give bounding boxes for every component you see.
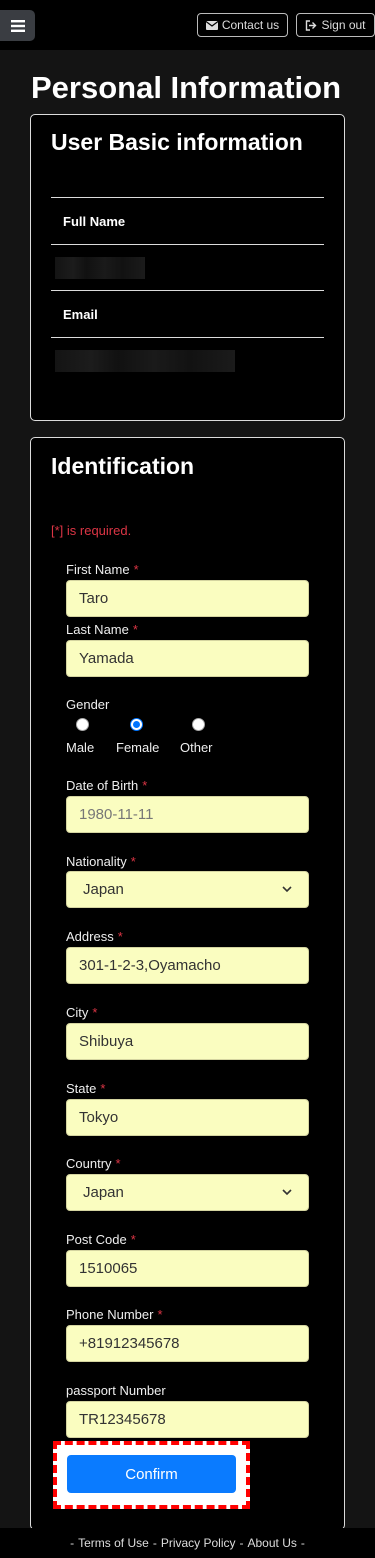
nationality-label: Nationality *	[66, 854, 136, 869]
full-name-redacted	[55, 257, 145, 279]
required-note: [*] is required.	[51, 523, 132, 538]
required-star: *	[130, 854, 136, 869]
country-label: Country *	[66, 1156, 121, 1171]
required-star: *	[117, 929, 123, 944]
address-label: Address *	[66, 929, 123, 944]
identification-card: Identification [*] is required. First Na…	[30, 437, 345, 1530]
footer-dash: -	[300, 1536, 305, 1550]
basic-info-title: User Basic information	[51, 129, 303, 155]
gender-female-label: Female	[116, 740, 160, 755]
identification-title: Identification	[51, 453, 195, 479]
state-input[interactable]: Tokyo	[66, 1099, 309, 1136]
gender-label: Gender	[66, 697, 110, 712]
phone-input[interactable]: +81912345678	[66, 1325, 309, 1362]
required-star: *	[92, 1005, 98, 1020]
gender-other-radio[interactable]	[192, 718, 205, 731]
required-star: *	[100, 1081, 106, 1096]
sign-out-label: Sign out	[321, 18, 366, 32]
sign-out-icon	[306, 19, 317, 31]
footer: - Terms of Use - Privacy Policy - About …	[0, 1528, 375, 1558]
privacy-link[interactable]: Privacy Policy	[161, 1536, 236, 1550]
required-star: *	[115, 1156, 121, 1171]
nationality-value: Japan	[83, 881, 124, 898]
footer-dash: -	[152, 1536, 157, 1550]
confirm-button[interactable]: Confirm	[67, 1455, 236, 1493]
last-name-label: Last Name *	[66, 622, 138, 637]
required-star: *	[130, 1232, 136, 1247]
required-star: *	[132, 622, 138, 637]
gender-male-label: Male	[66, 740, 95, 755]
state-label: State *	[66, 1081, 106, 1096]
menu-button[interactable]	[0, 10, 35, 41]
basic-info-card: User Basic information Full Name Email	[30, 114, 345, 421]
post-code-input[interactable]: 1510065	[66, 1250, 309, 1287]
dob-input[interactable]: 1980-11-11	[66, 796, 309, 833]
divider	[51, 337, 324, 338]
contact-us-label: Contact us	[221, 18, 280, 32]
hamburger-icon	[10, 19, 25, 32]
contact-us-button[interactable]: Contact us	[197, 13, 288, 37]
city-label: City *	[66, 1005, 98, 1020]
gender-other-label: Other	[180, 740, 213, 755]
nationality-select[interactable]: Japan	[66, 871, 309, 908]
first-name-input[interactable]: Taro	[66, 580, 309, 617]
country-select[interactable]: Japan	[66, 1174, 309, 1211]
phone-label: Phone Number *	[66, 1307, 163, 1322]
envelope-icon	[205, 20, 218, 30]
required-star: *	[157, 1307, 163, 1322]
footer-dash: -	[239, 1536, 244, 1550]
gender-male-radio[interactable]	[76, 718, 89, 731]
required-star: *	[142, 778, 148, 793]
required-star: *	[133, 562, 139, 577]
address-input[interactable]: 301-1-2-3,Oyamacho	[66, 947, 309, 984]
divider	[51, 244, 324, 245]
divider	[51, 290, 324, 291]
gender-female-radio[interactable]	[130, 718, 143, 731]
terms-link[interactable]: Terms of Use	[78, 1536, 149, 1550]
passport-label: passport Number	[66, 1383, 166, 1398]
footer-dash: -	[70, 1536, 75, 1550]
dob-label: Date of Birth *	[66, 778, 148, 793]
email-redacted	[55, 350, 235, 372]
passport-input[interactable]: TR12345678	[66, 1401, 309, 1438]
first-name-label: First Name *	[66, 562, 139, 577]
top-bar: Contact us Sign out	[0, 0, 375, 50]
full-name-label: Full Name	[63, 214, 126, 229]
last-name-input[interactable]: Yamada	[66, 640, 309, 677]
city-input[interactable]: Shibuya	[66, 1023, 309, 1060]
email-label: Email	[63, 307, 98, 322]
chevron-down-icon	[282, 886, 292, 893]
about-link[interactable]: About Us	[248, 1536, 297, 1550]
sign-out-button[interactable]: Sign out	[296, 13, 375, 37]
divider	[51, 197, 324, 198]
confirm-highlight: Confirm	[53, 1441, 250, 1509]
post-code-label: Post Code *	[66, 1232, 136, 1247]
page-title: Personal Information	[31, 70, 342, 105]
chevron-down-icon	[282, 1189, 292, 1196]
country-value: Japan	[83, 1184, 124, 1201]
